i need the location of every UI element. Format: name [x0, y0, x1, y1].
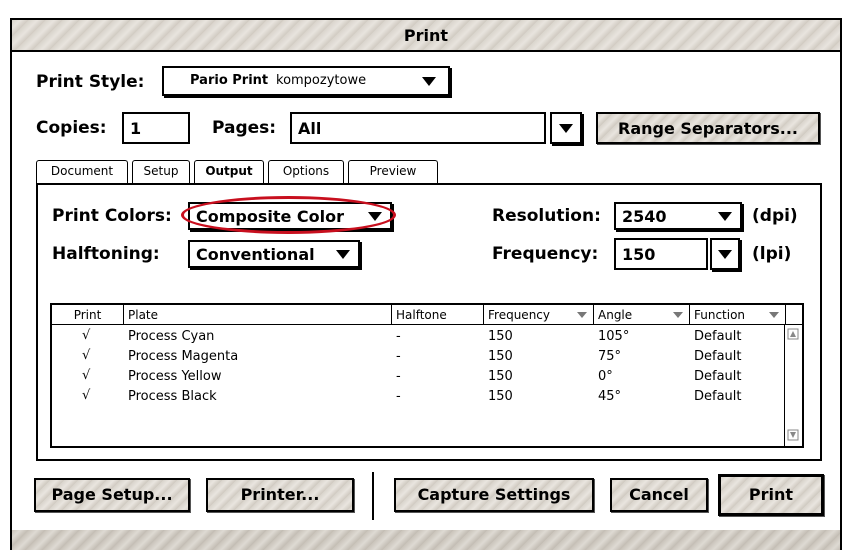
plate-name: Process Black — [128, 389, 217, 404]
halftoning-value: Conventional — [196, 245, 315, 264]
tab-preview[interactable]: Preview — [348, 160, 438, 184]
copies-value: 1 — [130, 119, 142, 138]
resolution-unit: (dpi) — [752, 206, 798, 226]
scroll-arrows-icon — [787, 328, 799, 441]
function-cell: Default — [694, 329, 742, 344]
print-style-value-bold: Pario Print — [190, 73, 269, 88]
print-style-select[interactable]: Pario Print kompozytowe — [162, 66, 450, 96]
plate-name: Process Magenta — [128, 349, 239, 364]
frequency-value: 150 — [622, 245, 656, 264]
function-cell: Default — [694, 349, 742, 364]
frequency-cell: 150 — [488, 369, 513, 384]
chevron-down-icon — [577, 312, 587, 318]
resolution-label: Resolution: — [492, 206, 601, 226]
pages-dropdown-button[interactable] — [550, 112, 582, 144]
print-style-label: Print Style: — [36, 72, 145, 92]
col-header-frequency[interactable]: Frequency — [484, 305, 594, 325]
chevron-down-icon — [559, 124, 573, 133]
pages-input[interactable]: All — [290, 112, 546, 144]
function-cell: Default — [694, 389, 742, 404]
frequency-dropdown-button[interactable] — [710, 238, 740, 270]
print-colors-label: Print Colors: — [52, 206, 172, 226]
halftone-value: - — [396, 369, 401, 384]
printer-button[interactable]: Printer... — [206, 478, 354, 512]
resolution-select[interactable]: 2540 — [614, 202, 742, 230]
plate-name: Process Cyan — [128, 329, 215, 344]
print-check[interactable]: √ — [82, 368, 90, 383]
halftone-value: - — [396, 349, 401, 364]
print-button[interactable]: Print — [718, 474, 824, 516]
chevron-down-icon — [336, 250, 350, 259]
halftone-value: - — [396, 329, 401, 344]
halftoning-select[interactable]: Conventional — [188, 240, 360, 268]
halftoning-label: Halftoning: — [52, 244, 160, 264]
chevron-down-icon — [718, 212, 732, 221]
tab-options[interactable]: Options — [268, 160, 344, 184]
page-setup-button[interactable]: Page Setup... — [34, 478, 190, 512]
table-scrollbar[interactable] — [784, 325, 802, 446]
col-header-plate[interactable]: Plate — [124, 305, 392, 325]
copies-input[interactable]: 1 — [122, 112, 190, 144]
chevron-down-icon — [718, 250, 732, 259]
angle-cell: 105° — [598, 329, 630, 344]
plate-name: Process Yellow — [128, 369, 222, 384]
title-bar[interactable]: Print — [12, 20, 840, 52]
halftone-value: - — [396, 389, 401, 404]
tab-document[interactable]: Document — [36, 160, 128, 184]
frequency-cell: 150 — [488, 329, 513, 344]
frequency-cell: 150 — [488, 389, 513, 404]
dialog-title: Print — [403, 26, 449, 45]
frequency-cell: 150 — [488, 349, 513, 364]
frequency-unit: (lpi) — [752, 244, 792, 264]
col-header-angle[interactable]: Angle — [594, 305, 690, 325]
resolution-value: 2540 — [622, 207, 667, 226]
pages-label: Pages: — [212, 118, 277, 138]
col-header-function[interactable]: Function — [690, 305, 786, 325]
plates-table: Print Plate Halftone Frequency Angle Fun… — [50, 303, 804, 448]
print-style-value: kompozytowe — [276, 73, 367, 88]
frequency-input[interactable]: 150 — [614, 238, 708, 270]
chevron-down-icon — [769, 312, 779, 318]
pages-value: All — [298, 119, 322, 138]
copies-label: Copies: — [36, 118, 107, 138]
col-header-halftone[interactable]: Halftone — [392, 305, 484, 325]
angle-cell: 0° — [598, 369, 613, 384]
window-bottom-strip — [10, 530, 842, 550]
function-cell: Default — [694, 369, 742, 384]
angle-cell: 75° — [598, 349, 622, 364]
range-separators-button[interactable]: Range Separators... — [596, 112, 820, 144]
button-separator — [372, 472, 374, 520]
frequency-label: Frequency: — [492, 244, 599, 264]
print-check[interactable]: √ — [82, 328, 90, 343]
tab-setup[interactable]: Setup — [132, 160, 190, 184]
highlight-oval — [181, 196, 396, 234]
print-check[interactable]: √ — [82, 388, 90, 403]
chevron-down-icon — [673, 312, 683, 318]
chevron-down-icon — [422, 77, 436, 86]
cancel-button[interactable]: Cancel — [610, 478, 708, 512]
col-header-print[interactable]: Print — [52, 305, 124, 325]
capture-settings-button[interactable]: Capture Settings — [394, 478, 594, 512]
tab-output[interactable]: Output — [194, 160, 264, 185]
angle-cell: 45° — [598, 389, 622, 404]
print-check[interactable]: √ — [82, 348, 90, 363]
col-header-spacer — [786, 305, 804, 325]
